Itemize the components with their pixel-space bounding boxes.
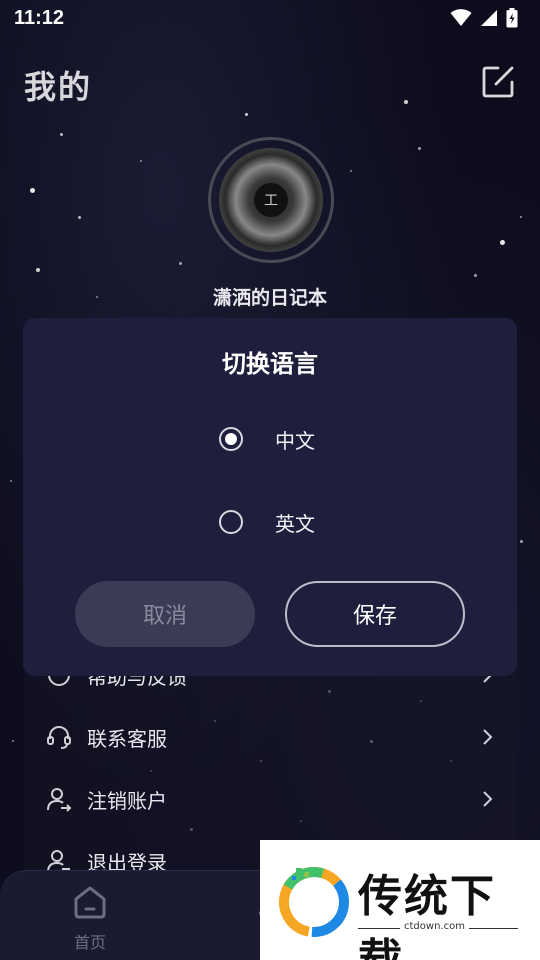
status-icons — [450, 8, 518, 28]
signal-icon — [481, 10, 497, 26]
avatar-image: 工 — [219, 148, 323, 252]
radio-dot — [225, 433, 237, 445]
watermark-logo-icon — [279, 867, 349, 937]
avatar-text: 工 — [254, 183, 288, 217]
option-label: 英文 — [275, 511, 315, 536]
watermark-brand: 传统下载 — [358, 871, 496, 960]
headset-icon — [47, 726, 71, 749]
menu-item-label: 联系客服 — [87, 726, 167, 751]
edit-icon[interactable] — [482, 64, 516, 98]
tab-home[interactable]: 首页 — [45, 883, 135, 953]
page-title: 我的 — [24, 68, 93, 106]
header: 我的 — [0, 58, 540, 108]
chevron-right-icon — [483, 729, 493, 745]
language-dialog: 切换语言 中文 英文 取消 保存 — [23, 318, 517, 676]
watermark-url: ctdown.com — [400, 921, 469, 932]
tab-label: 首页 — [73, 933, 106, 952]
user-remove-icon — [47, 788, 72, 812]
radio-selected[interactable] — [219, 427, 243, 451]
status-time: 11:12 — [14, 6, 65, 29]
menu-item-cancel-account[interactable]: 注销账户 — [24, 768, 517, 830]
menu-item-contact-service[interactable]: 联系客服 — [24, 706, 517, 768]
option-label: 中文 — [275, 428, 315, 453]
wifi-icon — [450, 9, 472, 26]
battery-icon — [506, 8, 518, 28]
home-icon — [74, 886, 106, 919]
dialog-title: 切换语言 — [222, 350, 318, 378]
menu-item-label: 注销账户 — [87, 788, 167, 813]
cancel-button[interactable]: 取消 — [75, 581, 255, 647]
status-bar: 11:12 — [0, 0, 540, 36]
radio-unselected[interactable] — [219, 510, 243, 534]
avatar[interactable]: 工 — [208, 137, 334, 263]
save-button[interactable]: 保存 — [285, 581, 465, 647]
option-chinese[interactable]: 中文 — [219, 419, 315, 459]
username: 潇洒的日记本 — [212, 287, 327, 309]
chevron-right-icon — [483, 791, 493, 807]
watermark: 传统下载 ctdown.com — [260, 840, 540, 960]
option-english[interactable]: 英文 — [219, 502, 315, 542]
